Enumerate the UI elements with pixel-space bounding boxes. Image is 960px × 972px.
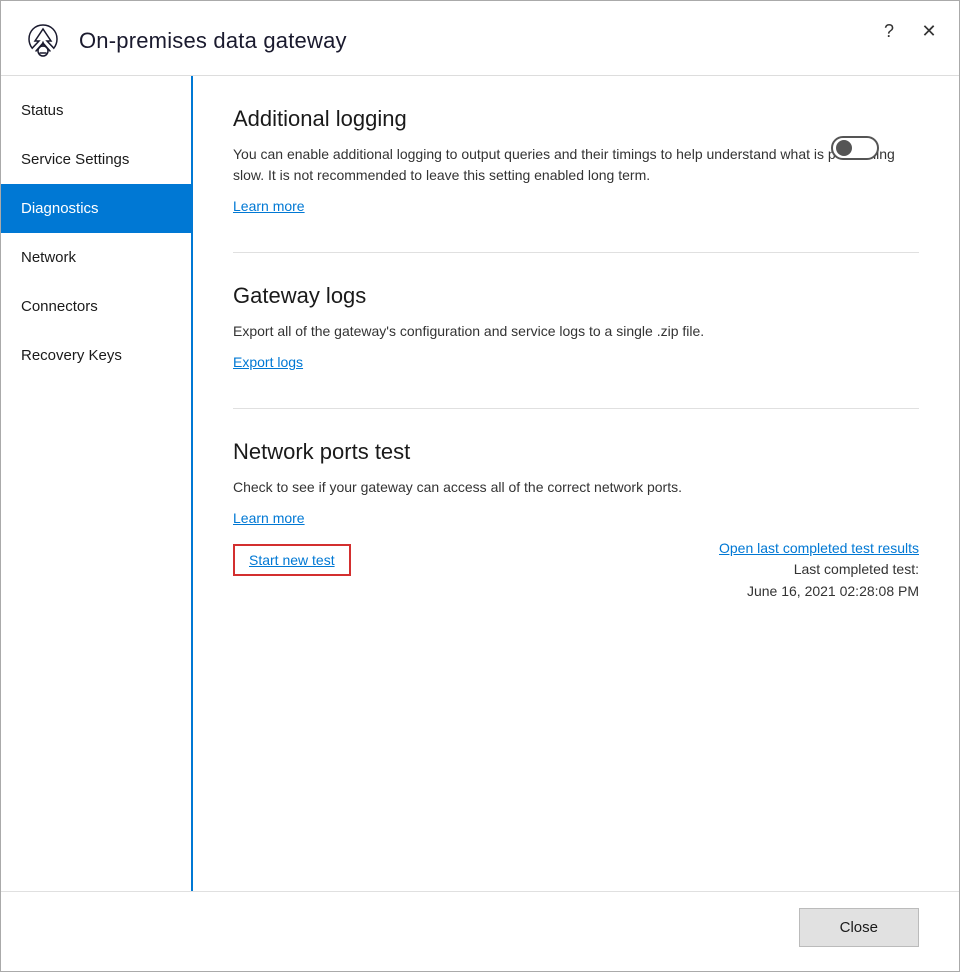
additional-logging-learn-more[interactable]: Learn more [233, 198, 305, 214]
test-results-row: Start new test Open last completed test … [233, 540, 919, 603]
start-new-test-button[interactable]: Start new test [233, 544, 351, 576]
network-ports-desc: Check to see if your gateway can access … [233, 477, 919, 498]
gateway-logs-section: Gateway logs Export all of the gateway's… [233, 283, 919, 372]
gateway-icon [21, 19, 65, 63]
additional-logging-toggle[interactable] [831, 136, 879, 160]
export-logs-link[interactable]: Export logs [233, 354, 303, 370]
app-title: On-premises data gateway [79, 28, 347, 54]
toggle-wrapper [831, 136, 879, 160]
start-test-wrapper: Start new test [233, 540, 351, 576]
last-completed-label: Last completed test: [794, 561, 919, 577]
gateway-logs-title: Gateway logs [233, 283, 919, 309]
open-results-link[interactable]: Open last completed test results [719, 540, 919, 556]
window-controls: ? ✕ [875, 17, 943, 45]
additional-logging-desc: You can enable additional logging to out… [233, 144, 919, 186]
last-completed-info: Last completed test: June 16, 2021 02:28… [719, 558, 919, 603]
close-window-button[interactable]: ✕ [915, 17, 943, 45]
sidebar-item-diagnostics[interactable]: Diagnostics [1, 184, 191, 233]
sidebar-item-recovery-keys[interactable]: Recovery Keys [1, 331, 191, 380]
divider-1 [233, 252, 919, 253]
results-right: Open last completed test results Last co… [719, 540, 919, 603]
sidebar-item-status[interactable]: Status [1, 86, 191, 135]
divider-2 [233, 408, 919, 409]
network-ports-title: Network ports test [233, 439, 919, 465]
sidebar-item-connectors[interactable]: Connectors [1, 282, 191, 331]
additional-logging-title: Additional logging [233, 106, 919, 132]
network-ports-section: Network ports test Check to see if your … [233, 439, 919, 603]
main-content: Additional logging You can enable additi… [193, 76, 959, 891]
main-window: On-premises data gateway ? ✕ Status Serv… [0, 0, 960, 972]
content-area: Status Service Settings Diagnostics Netw… [1, 76, 959, 891]
sidebar: Status Service Settings Diagnostics Netw… [1, 76, 193, 891]
sidebar-item-network[interactable]: Network [1, 233, 191, 282]
sidebar-item-service-settings[interactable]: Service Settings [1, 135, 191, 184]
additional-logging-section: Additional logging You can enable additi… [233, 106, 919, 216]
help-button[interactable]: ? [875, 17, 903, 45]
gateway-logs-desc: Export all of the gateway's configuratio… [233, 321, 919, 342]
last-completed-date: June 16, 2021 02:28:08 PM [747, 583, 919, 599]
footer: Close [1, 891, 959, 971]
title-bar: On-premises data gateway ? ✕ [1, 1, 959, 76]
close-button[interactable]: Close [799, 908, 919, 947]
network-ports-learn-more[interactable]: Learn more [233, 510, 305, 526]
toggle-knob [836, 140, 852, 156]
